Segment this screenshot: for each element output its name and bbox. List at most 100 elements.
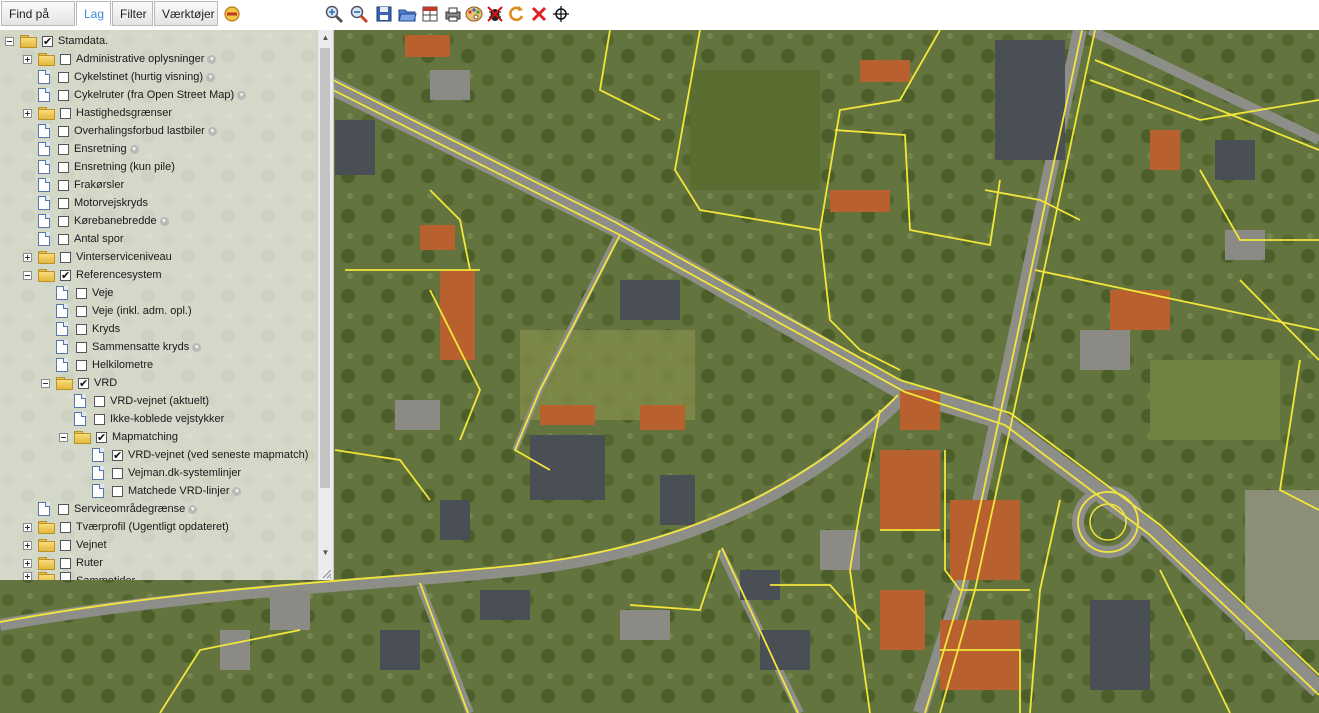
panel-scrollbar[interactable]: ▲ ▼ [317, 30, 333, 580]
info-icon[interactable]: ▾ [207, 54, 217, 64]
layer-checkbox[interactable] [58, 233, 69, 245]
refresh-icon[interactable] [506, 4, 526, 24]
expand-icon[interactable] [23, 558, 32, 568]
expand-icon[interactable] [23, 572, 32, 580]
table-icon[interactable] [420, 4, 440, 24]
layer-row-matchede-vrd[interactable]: Matchede VRD-linjer ▾ [77, 482, 242, 500]
palette-icon[interactable] [464, 4, 484, 24]
layer-row-sammetider[interactable]: Sammetider [23, 572, 135, 580]
layer-checkbox[interactable] [112, 485, 123, 497]
collapse-icon[interactable] [23, 270, 32, 280]
bug-icon[interactable] [485, 4, 505, 24]
layer-checkbox[interactable] [60, 53, 71, 65]
scroll-down-icon[interactable]: ▼ [318, 545, 333, 560]
collapse-icon[interactable] [5, 36, 14, 46]
layer-checkbox[interactable] [76, 323, 87, 335]
info-icon[interactable]: ▾ [207, 126, 217, 136]
layer-checkbox[interactable] [58, 143, 69, 155]
layer-row-motorvejskryds[interactable]: Motorvejskryds [23, 194, 148, 212]
scrollbar-thumb[interactable] [320, 48, 330, 488]
info-icon[interactable]: ▾ [232, 486, 242, 496]
layer-row-antal-spor[interactable]: Antal spor [23, 230, 124, 248]
layer-checkbox[interactable] [76, 287, 87, 299]
layer-checkbox[interactable] [76, 305, 87, 317]
layer-checkbox[interactable] [60, 557, 71, 569]
layer-checkbox[interactable] [58, 503, 69, 515]
print-icon[interactable] [443, 4, 463, 24]
layer-checkbox[interactable] [94, 413, 105, 425]
layer-row-vrd-vejnet[interactable]: VRD-vejnet (aktuelt) [59, 392, 209, 410]
layer-row-mapmatching[interactable]: Mapmatching [59, 428, 178, 447]
minimize-icon[interactable] [222, 4, 242, 24]
info-icon[interactable]: ▾ [237, 90, 247, 100]
zoom-out-icon[interactable] [349, 4, 369, 24]
layer-checkbox[interactable] [42, 33, 53, 51]
layer-checkbox[interactable] [60, 539, 71, 551]
layer-checkbox[interactable] [112, 447, 123, 465]
collapse-icon[interactable] [41, 378, 50, 388]
expand-icon[interactable] [23, 108, 32, 118]
info-icon[interactable]: ▾ [129, 144, 139, 154]
layer-row-stamdata[interactable]: Stamdata. [5, 32, 108, 51]
zoom-in-icon[interactable] [324, 4, 344, 24]
info-icon[interactable]: ▾ [188, 504, 198, 514]
layer-checkbox[interactable] [60, 572, 71, 580]
layer-checkbox[interactable] [60, 521, 71, 533]
open-folder-icon[interactable] [397, 4, 417, 24]
layer-row-cykelruter[interactable]: Cykelruter (fra Open Street Map) ▾ [23, 86, 247, 104]
layer-row-administrative[interactable]: Administrative oplysninger ▾ [23, 50, 217, 68]
tab-lag[interactable]: Lag [76, 1, 111, 26]
layer-row-tvaerprofil[interactable]: Tværprofil (Ugentligt opdateret) [23, 518, 229, 536]
layer-checkbox[interactable] [58, 89, 69, 101]
tab-find-paa-kort[interactable]: Find på kort [1, 1, 75, 46]
layer-row-hastighed[interactable]: Hastighedsgrænser [23, 104, 172, 122]
collapse-icon[interactable] [59, 432, 68, 442]
layer-checkbox[interactable] [58, 71, 69, 83]
layer-checkbox[interactable] [58, 161, 69, 173]
layer-checkbox[interactable] [78, 375, 89, 393]
layer-row-koerebanebredde[interactable]: Kørebanebredde ▾ [23, 212, 169, 230]
crosshair-icon[interactable] [551, 4, 571, 24]
layer-checkbox[interactable] [76, 341, 87, 353]
expand-icon[interactable] [23, 540, 32, 550]
layer-row-frakoersler[interactable]: Frakørsler [23, 176, 124, 194]
layer-checkbox[interactable] [76, 359, 87, 371]
layer-checkbox[interactable] [58, 179, 69, 191]
save-icon[interactable] [374, 4, 394, 24]
layer-row-sammensatte-kryds[interactable]: Sammensatte kryds ▾ [41, 338, 202, 356]
layer-row-vejman-systemlinjer[interactable]: Vejman.dk-systemlinjer [77, 464, 241, 482]
layer-row-ikke-koblede[interactable]: Ikke-koblede vejstykker [59, 410, 224, 428]
layer-checkbox[interactable] [60, 107, 71, 119]
layer-checkbox[interactable] [96, 429, 107, 447]
layer-checkbox[interactable] [112, 467, 123, 479]
layer-row-vejnet[interactable]: Vejnet [23, 536, 107, 554]
layer-row-overhaling[interactable]: Overhalingsforbud lastbiler ▾ [23, 122, 217, 140]
close-icon[interactable] [529, 4, 549, 24]
layer-checkbox[interactable] [58, 197, 69, 209]
info-icon[interactable]: ▾ [159, 216, 169, 226]
expand-icon[interactable] [23, 252, 32, 262]
expand-icon[interactable] [23, 522, 32, 532]
scroll-up-icon[interactable]: ▲ [318, 30, 333, 45]
layer-row-vrd[interactable]: VRD [41, 374, 117, 393]
layer-checkbox[interactable] [60, 267, 71, 285]
layer-row-veje-inkl[interactable]: Veje (inkl. adm. opl.) [41, 302, 192, 320]
layer-row-helkilometre[interactable]: Helkilometre [41, 356, 153, 374]
layer-row-vrd-mapmatch[interactable]: VRD-vejnet (ved seneste mapmatch) [77, 446, 308, 465]
layer-row-kryds[interactable]: Kryds [41, 320, 120, 338]
layer-checkbox[interactable] [94, 395, 105, 407]
layer-checkbox[interactable] [58, 125, 69, 137]
layer-row-veje[interactable]: Veje [41, 284, 113, 302]
layer-row-ruter[interactable]: Ruter [23, 554, 103, 572]
layer-checkbox[interactable] [60, 251, 71, 263]
info-icon[interactable]: ▾ [192, 342, 202, 352]
layer-row-cykelstinet[interactable]: Cykelstinet (hurtig visning) ▾ [23, 68, 215, 86]
layer-row-referencesystem[interactable]: Referencesystem [23, 266, 162, 285]
layer-row-ensretning[interactable]: Ensretning ▾ [23, 140, 139, 158]
resize-grip-icon[interactable] [322, 569, 332, 579]
layer-row-vinterservice[interactable]: Vinterserviceniveau [23, 248, 172, 266]
layer-row-serviceomraade[interactable]: Serviceområdegrænse ▾ [23, 500, 198, 518]
info-icon[interactable]: ▾ [206, 72, 215, 82]
tab-filter[interactable]: Filter [112, 1, 153, 26]
tab-vaerktoejer[interactable]: Værktøjer [154, 1, 218, 26]
